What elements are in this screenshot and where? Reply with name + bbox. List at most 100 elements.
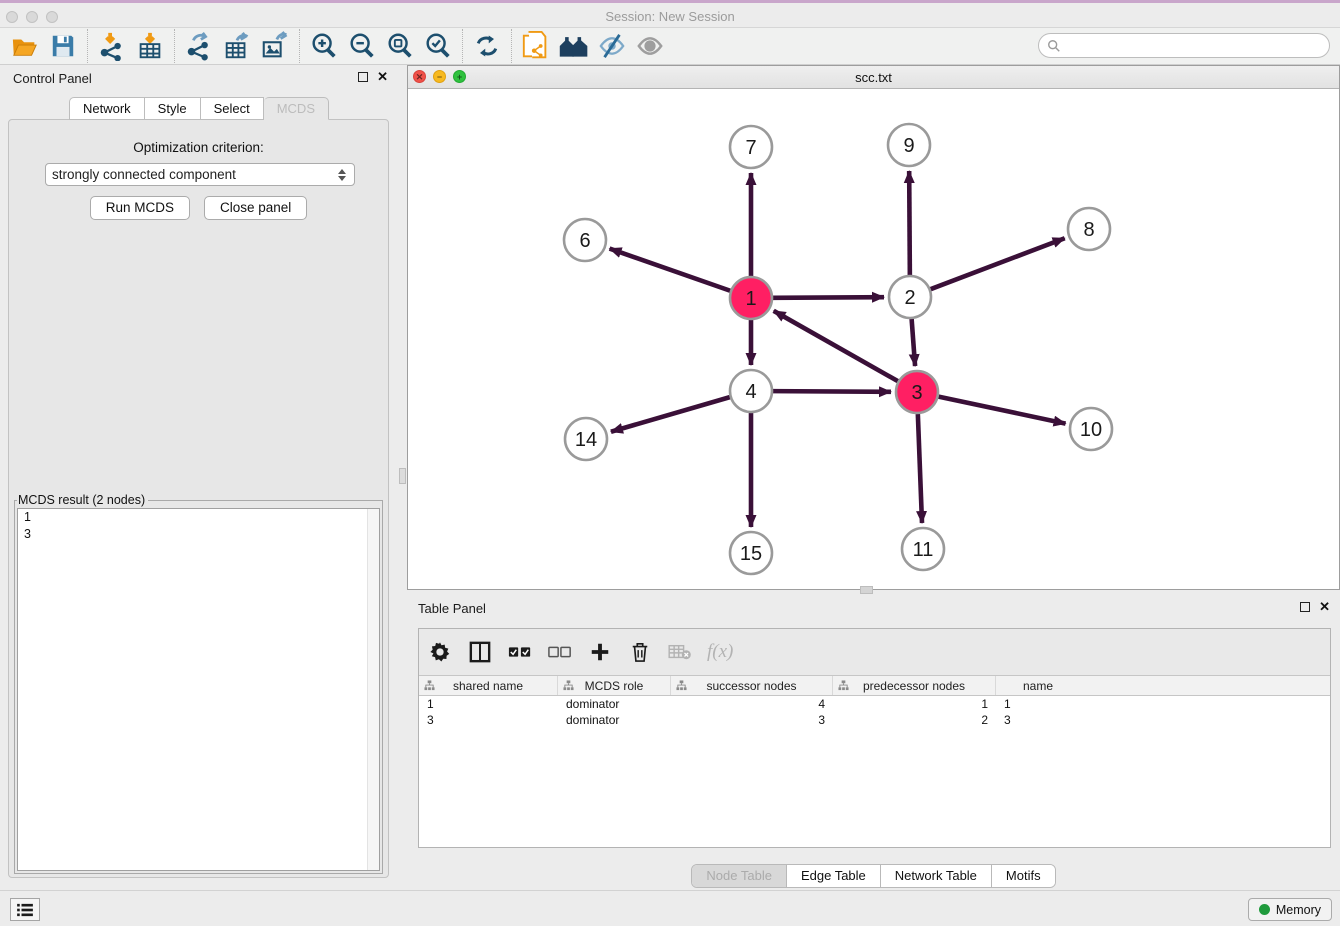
node-3[interactable]: 3: [896, 371, 938, 413]
column-header-name[interactable]: name: [996, 676, 1080, 695]
node-11[interactable]: 11: [902, 528, 944, 570]
close-table-panel-icon[interactable]: ✕: [1319, 601, 1330, 612]
column-header-shared-name[interactable]: shared name: [419, 676, 558, 695]
node-7[interactable]: 7: [730, 126, 772, 168]
dropdown-value: strongly connected component: [52, 167, 338, 182]
float-table-panel-icon[interactable]: [1300, 602, 1310, 612]
memory-status-icon: [1259, 904, 1270, 915]
column-label: name: [1023, 679, 1053, 693]
show-graphics-icon[interactable]: [631, 30, 669, 62]
edge-2-9[interactable]: [909, 171, 910, 275]
table-cell: 3: [996, 712, 1080, 728]
table-toolbar: f(x): [419, 629, 1330, 675]
edge-2-3[interactable]: [912, 319, 915, 366]
zoom-in-icon[interactable]: [305, 30, 343, 62]
node-6[interactable]: 6: [564, 219, 606, 261]
tab-mcds[interactable]: MCDS: [264, 97, 329, 120]
table-header-row[interactable]: shared name MCDS rolesuccessor nodesprede…: [419, 676, 1330, 696]
edge-3-10[interactable]: [939, 397, 1066, 424]
search-field[interactable]: [1038, 33, 1330, 58]
horizontal-splitter-grip[interactable]: [860, 586, 873, 594]
run-mcds-button[interactable]: Run MCDS: [90, 196, 190, 220]
window-title: Session: New Session: [0, 9, 1340, 24]
edge-1-2[interactable]: [773, 297, 884, 298]
vertical-splitter-grip[interactable]: [399, 468, 406, 484]
tab-network-table[interactable]: Network Table: [881, 865, 992, 887]
export-network-icon[interactable]: [180, 30, 218, 62]
import-table-icon[interactable]: [131, 30, 169, 62]
network-frame-titlebar[interactable]: ✕ − + scc.txt: [408, 66, 1339, 89]
toolbar-separator: [174, 29, 175, 63]
search-input[interactable]: [1066, 39, 1329, 53]
tab-network[interactable]: Network: [69, 97, 145, 120]
tab-select[interactable]: Select: [201, 97, 264, 120]
column-label: shared name: [453, 679, 523, 693]
float-panel-icon[interactable]: [358, 72, 368, 82]
edge-3-11[interactable]: [918, 414, 922, 523]
table-row[interactable]: 3dominator323: [419, 712, 1330, 728]
apply-layout-icon[interactable]: [468, 30, 506, 62]
task-history-button[interactable]: [10, 898, 40, 921]
edge-2-8[interactable]: [931, 238, 1065, 289]
edge-4-3[interactable]: [773, 391, 891, 392]
edge-4-14[interactable]: [611, 397, 730, 432]
export-image-icon[interactable]: [256, 30, 294, 62]
edge-3-1[interactable]: [774, 311, 898, 381]
hide-graphics-icon[interactable]: [593, 30, 631, 62]
result-scrollbar[interactable]: [367, 509, 379, 870]
list-icon: [16, 903, 34, 917]
save-session-icon[interactable]: [44, 30, 82, 62]
column-header-predecessor-nodes[interactable]: predecessor nodes: [833, 676, 996, 695]
edge-1-6[interactable]: [610, 249, 731, 291]
node-table[interactable]: shared name MCDS rolesuccessor nodesprede…: [419, 675, 1330, 847]
hierarchy-icon: [563, 680, 574, 691]
node-2[interactable]: 2: [889, 276, 931, 318]
zoom-selected-icon[interactable]: [419, 30, 457, 62]
select-all-icon[interactable]: [507, 639, 533, 665]
node-label: 11: [913, 539, 934, 561]
node-15[interactable]: 15: [730, 532, 772, 574]
import-network-icon[interactable]: [93, 30, 131, 62]
network-graph[interactable]: 7 9 6 8 1 2 4 3 14 10 15 11: [408, 89, 1339, 590]
zoom-fit-icon[interactable]: [381, 30, 419, 62]
node-14[interactable]: 14: [565, 418, 607, 460]
open-session-icon[interactable]: [6, 30, 44, 62]
close-panel-button[interactable]: Close panel: [204, 196, 307, 220]
tab-motifs[interactable]: Motifs: [992, 865, 1055, 887]
node-1[interactable]: 1: [730, 277, 772, 319]
deselect-all-icon[interactable]: [547, 639, 573, 665]
network-canvas[interactable]: 7 9 6 8 1 2 4 3 14 10 15 11: [408, 89, 1339, 589]
node-10[interactable]: 10: [1070, 408, 1112, 450]
export-table-icon[interactable]: [218, 30, 256, 62]
split-view-icon[interactable]: [467, 639, 493, 665]
mcds-result-textarea[interactable]: 13: [17, 508, 380, 871]
column-header-successor-nodes[interactable]: successor nodes: [671, 676, 833, 695]
result-line: 3: [18, 526, 379, 543]
memory-button[interactable]: Memory: [1248, 898, 1332, 921]
node-8[interactable]: 8: [1068, 208, 1110, 250]
network-overview-icon[interactable]: [555, 30, 593, 62]
zoom-out-icon[interactable]: [343, 30, 381, 62]
column-header-MCDS-role[interactable]: MCDS role: [558, 676, 671, 695]
main-toolbar: [0, 28, 1340, 65]
optimization-criterion-dropdown[interactable]: strongly connected component: [45, 163, 355, 186]
close-panel-icon[interactable]: ✕: [377, 71, 388, 82]
table-panel-title: Table Panel: [418, 601, 486, 616]
table-row[interactable]: 1dominator411: [419, 696, 1330, 712]
tab-edge-table[interactable]: Edge Table: [787, 865, 881, 887]
clone-network-icon[interactable]: [517, 30, 555, 62]
node-9[interactable]: 9: [888, 124, 930, 166]
delete-column-icon[interactable]: [627, 639, 653, 665]
network-view-frame: ✕ − + scc.txt 7 9 6 8 1 2 4 3 14 10 15 11: [407, 65, 1340, 590]
table-cell: 3: [419, 712, 558, 728]
table-cell: 4: [671, 696, 833, 712]
result-line: 1: [18, 509, 379, 526]
control-panel-header: Control Panel ✕: [0, 65, 398, 91]
tab-node-table[interactable]: Node Table: [692, 865, 787, 887]
table-settings-icon[interactable]: [427, 639, 453, 665]
node-4[interactable]: 4: [730, 370, 772, 412]
toolbar-separator: [87, 29, 88, 63]
node-label: 10: [1080, 419, 1102, 441]
add-column-icon[interactable]: [587, 639, 613, 665]
tab-style[interactable]: Style: [145, 97, 201, 120]
